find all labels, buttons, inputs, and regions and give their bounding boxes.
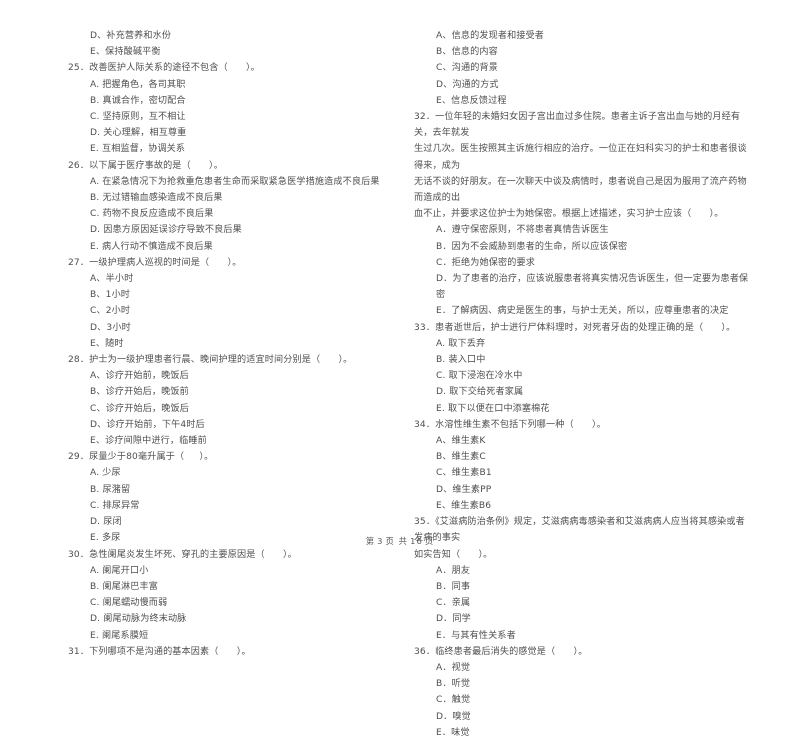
footer-current-page: 3 (377, 536, 384, 546)
right-column: A、信息的发现者和接受者 B、信息的内容 C、沟通的背景 D、沟通的方式 E、信… (414, 28, 754, 741)
option-item: E、信息反馈过程 (436, 95, 507, 106)
question-stem: 28．护士为一级护理患者行晨、晚间护理的适宜时间分别是（ ）。 (68, 355, 353, 366)
option-item: D. 取下交给死者家属 (436, 387, 524, 398)
option-item: A、半小时 (90, 274, 134, 285)
option-item: D、补充营养和水份 (90, 31, 172, 41)
left-column: D、补充营养和水份 E、保持酸碱平衡 25．改善医护人际关系的途径不包含（ ）。… (68, 28, 398, 660)
option-item: B. 无过错输血感染造成不良后果 (90, 193, 223, 204)
question-stem-line: 如实告知（ ）。 (414, 549, 493, 560)
option-item: A．遵守保密原则，不将患者真情告诉医生 (436, 225, 609, 236)
question-stem-line: 32．一位年轻的未婚妇女因子宫出血过多住院。患者主诉子宫出血与她的月经有关，去年… (414, 112, 741, 139)
question-stem-line: 生过几次。医生按照其主诉施行相应的治疗。一位正在妇科实习的护士和患者很谈得来，成… (414, 144, 747, 171)
question-35: 35．《艾滋病防治条例》规定，艾滋病病毒感染者和艾滋病病人应当将其感染或者发病的… (414, 514, 754, 644)
option-item: E．与其有性关系者 (436, 630, 516, 641)
question-26: 26．以下属于医疗事故的是（ ）。 A. 在紧急情况下为抢救重危患者生命而采取紧… (68, 158, 398, 255)
option-item: C、维生素B1 (436, 468, 492, 479)
option-item: E．了解病因、病史是医生的事，与护士无关，所以，应尊重患者的决定 (436, 306, 729, 317)
option-item: D. 阑尾动脉为终末动脉 (90, 614, 187, 625)
option-item: A．视觉 (436, 662, 471, 673)
option-item: B. 尿潴留 (90, 484, 131, 495)
question-29: 29．尿量少于80毫升属于（ ）。 A. 少尿 B. 尿潴留 C. 排尿异常 D… (68, 449, 398, 546)
option-item: D．同学 (436, 614, 471, 625)
option-item: C、沟通的背景 (436, 63, 498, 74)
question-stem: 26．以下属于医疗事故的是（ ）。 (68, 160, 223, 171)
option-item: D、诊疗开始前，下午4时后 (90, 419, 205, 430)
option-item: D、维生素PP (436, 484, 492, 495)
option-item: D. 关心理解，相互尊重 (90, 128, 187, 139)
option-item: E．味觉 (436, 727, 470, 738)
option-item: E. 阑尾系膜短 (90, 630, 149, 641)
option-item: B、1小时 (90, 290, 131, 301)
footer-middle: 页 共 (385, 536, 409, 546)
option-item: C、诊疗开始后，晚饭后 (90, 403, 189, 414)
question-stem: 25．改善医护人际关系的途径不包含（ ）。 (68, 63, 260, 74)
option-item: C. 取下浸泡在冷水中 (436, 371, 523, 382)
option-item: D．为了患者的治疗，应该说服患者将真实情况告诉医生，但一定要为患者保密 (436, 274, 749, 301)
page-footer: 第3页 共 16 页 (0, 535, 800, 547)
option-item: B、信息的内容 (436, 47, 498, 58)
option-item: E、诊疗间隙中进行，临睡前 (90, 436, 207, 447)
option-item: B、诊疗开始后，晚饭前 (90, 387, 189, 398)
option-item: E. 取下以便在口中添塞棉花 (436, 403, 550, 414)
question-30: 30．急性阑尾炎发生坏死、穿孔的主要原因是（ ）。 A. 阑尾开口小 B. 阑尾… (68, 547, 398, 644)
option-item: E、维生素B6 (436, 500, 492, 511)
question-stem: 33．患者逝世后，护士进行尸体料理时，对死者牙齿的处理正确的是（ ）。 (414, 322, 736, 333)
question-36: 36．临终患者最后消失的感觉是（ ）。 A．视觉 B．听觉 C．触觉 D．嗅觉 … (414, 644, 754, 741)
footer-total-pages: 16 (410, 536, 423, 546)
footer-prefix: 第 (365, 536, 376, 546)
option-item: A、诊疗开始前，晚饭后 (90, 371, 189, 382)
question-27: 27．一级护理病人巡视的时间是（ ）。 A、半小时 B、1小时 C、2小时 D、… (68, 255, 398, 352)
footer-suffix: 页 (424, 536, 435, 546)
option-item: C．触觉 (436, 695, 471, 706)
option-item: C. 排尿异常 (90, 500, 140, 511)
option-item: E、随时 (90, 338, 124, 349)
option-item: D、沟通的方式 (436, 79, 499, 90)
option-item: C、2小时 (90, 306, 131, 317)
option-item: E. 互相监督，协调关系 (90, 144, 186, 155)
option-item: B. 阑尾淋巴丰富 (90, 581, 158, 592)
option-item: E、保持酸碱平衡 (90, 47, 161, 58)
option-item: A、信息的发现者和接受者 (436, 31, 545, 41)
question-32: 32．一位年轻的未婚妇女因子宫出血过多住院。患者主诉子宫出血与她的月经有关，去年… (414, 109, 754, 320)
option-item: B．因为不会威胁到患者的生命，所以应该保密 (436, 241, 628, 252)
option-item: D、3小时 (90, 322, 131, 333)
question-25: 25．改善医护人际关系的途径不包含（ ）。 A. 把握角色，各司其职 B. 真诚… (68, 60, 398, 157)
question-33: 33．患者逝世后，护士进行尸体料理时，对死者牙齿的处理正确的是（ ）。 A. 取… (414, 320, 754, 417)
question-stem: 29．尿量少于80毫升属于（ ）。 (68, 452, 214, 463)
exam-page: D、补充营养和水份 E、保持酸碱平衡 25．改善医护人际关系的途径不包含（ ）。… (0, 0, 800, 738)
option-item: B．同事 (436, 581, 471, 592)
option-item: A、维生素K (436, 436, 486, 447)
option-item: C．拒绝为她保密的要求 (436, 257, 535, 268)
question-stem: 27．一级护理病人巡视的时间是（ ）。 (68, 257, 242, 268)
question-28: 28．护士为一级护理患者行晨、晚间护理的适宜时间分别是（ ）。 A、诊疗开始前，… (68, 352, 398, 449)
option-item: D. 尿闭 (90, 517, 122, 528)
question-stem-line: 血不止，并要求这位护士为她保密。根据上述描述，实习护士应该（ ）。 (414, 209, 724, 220)
question-31: 31．下列哪项不是沟通的基本因素（ ）。 (68, 644, 398, 660)
two-column-layout: D、补充营养和水份 E、保持酸碱平衡 25．改善医护人际关系的途径不包含（ ）。… (68, 28, 748, 741)
option-item: E. 病人行动不慎造成不良后果 (90, 241, 213, 252)
option-item: D. 因患方原因延误诊疗导致不良后果 (90, 225, 242, 236)
option-item: A. 把握角色，各司其职 (90, 79, 186, 90)
option-item: C. 阑尾蠕动慢而弱 (90, 598, 168, 609)
option-item: C. 药物不良反应造成不良后果 (90, 209, 214, 220)
option-item: A. 在紧急情况下为抢救重危患者生命而采取紧急医学措施造成不良后果 (90, 176, 380, 187)
question-stem: 31．下列哪项不是沟通的基本因素（ ）。 (68, 646, 251, 657)
option-item: B、维生素C (436, 452, 486, 463)
option-item: A. 少尿 (90, 468, 121, 479)
option-item: A. 取下丢弃 (436, 338, 486, 349)
question-34: 34．水溶性维生素不包括下列哪一种（ ）。 A、维生素K B、维生素C C、维生… (414, 417, 754, 514)
option-item: D．嗅觉 (436, 711, 471, 722)
question-stem: 30．急性阑尾炎发生坏死、穿孔的主要原因是（ ）。 (68, 549, 297, 560)
option-item: B．听觉 (436, 679, 471, 690)
option-item: B. 装入口中 (436, 355, 486, 366)
question-stem-line: 无话不谈的好朋友。在一次聊天中谈及病情时，患者说自己是因为服用了流产药物而造成的… (414, 176, 747, 204)
option-item: B. 真诚合作，密切配合 (90, 95, 186, 106)
option-item: C．亲属 (436, 598, 471, 609)
question-stem: 34．水溶性维生素不包括下列哪一种（ ）。 (414, 419, 606, 430)
option-item: A．朋友 (436, 565, 471, 576)
question-stem: 36．临终患者最后消失的感觉是（ ）。 (414, 646, 588, 657)
option-item: A. 阑尾开口小 (90, 565, 149, 576)
option-item: C. 坚持原则，互不相让 (90, 112, 186, 123)
